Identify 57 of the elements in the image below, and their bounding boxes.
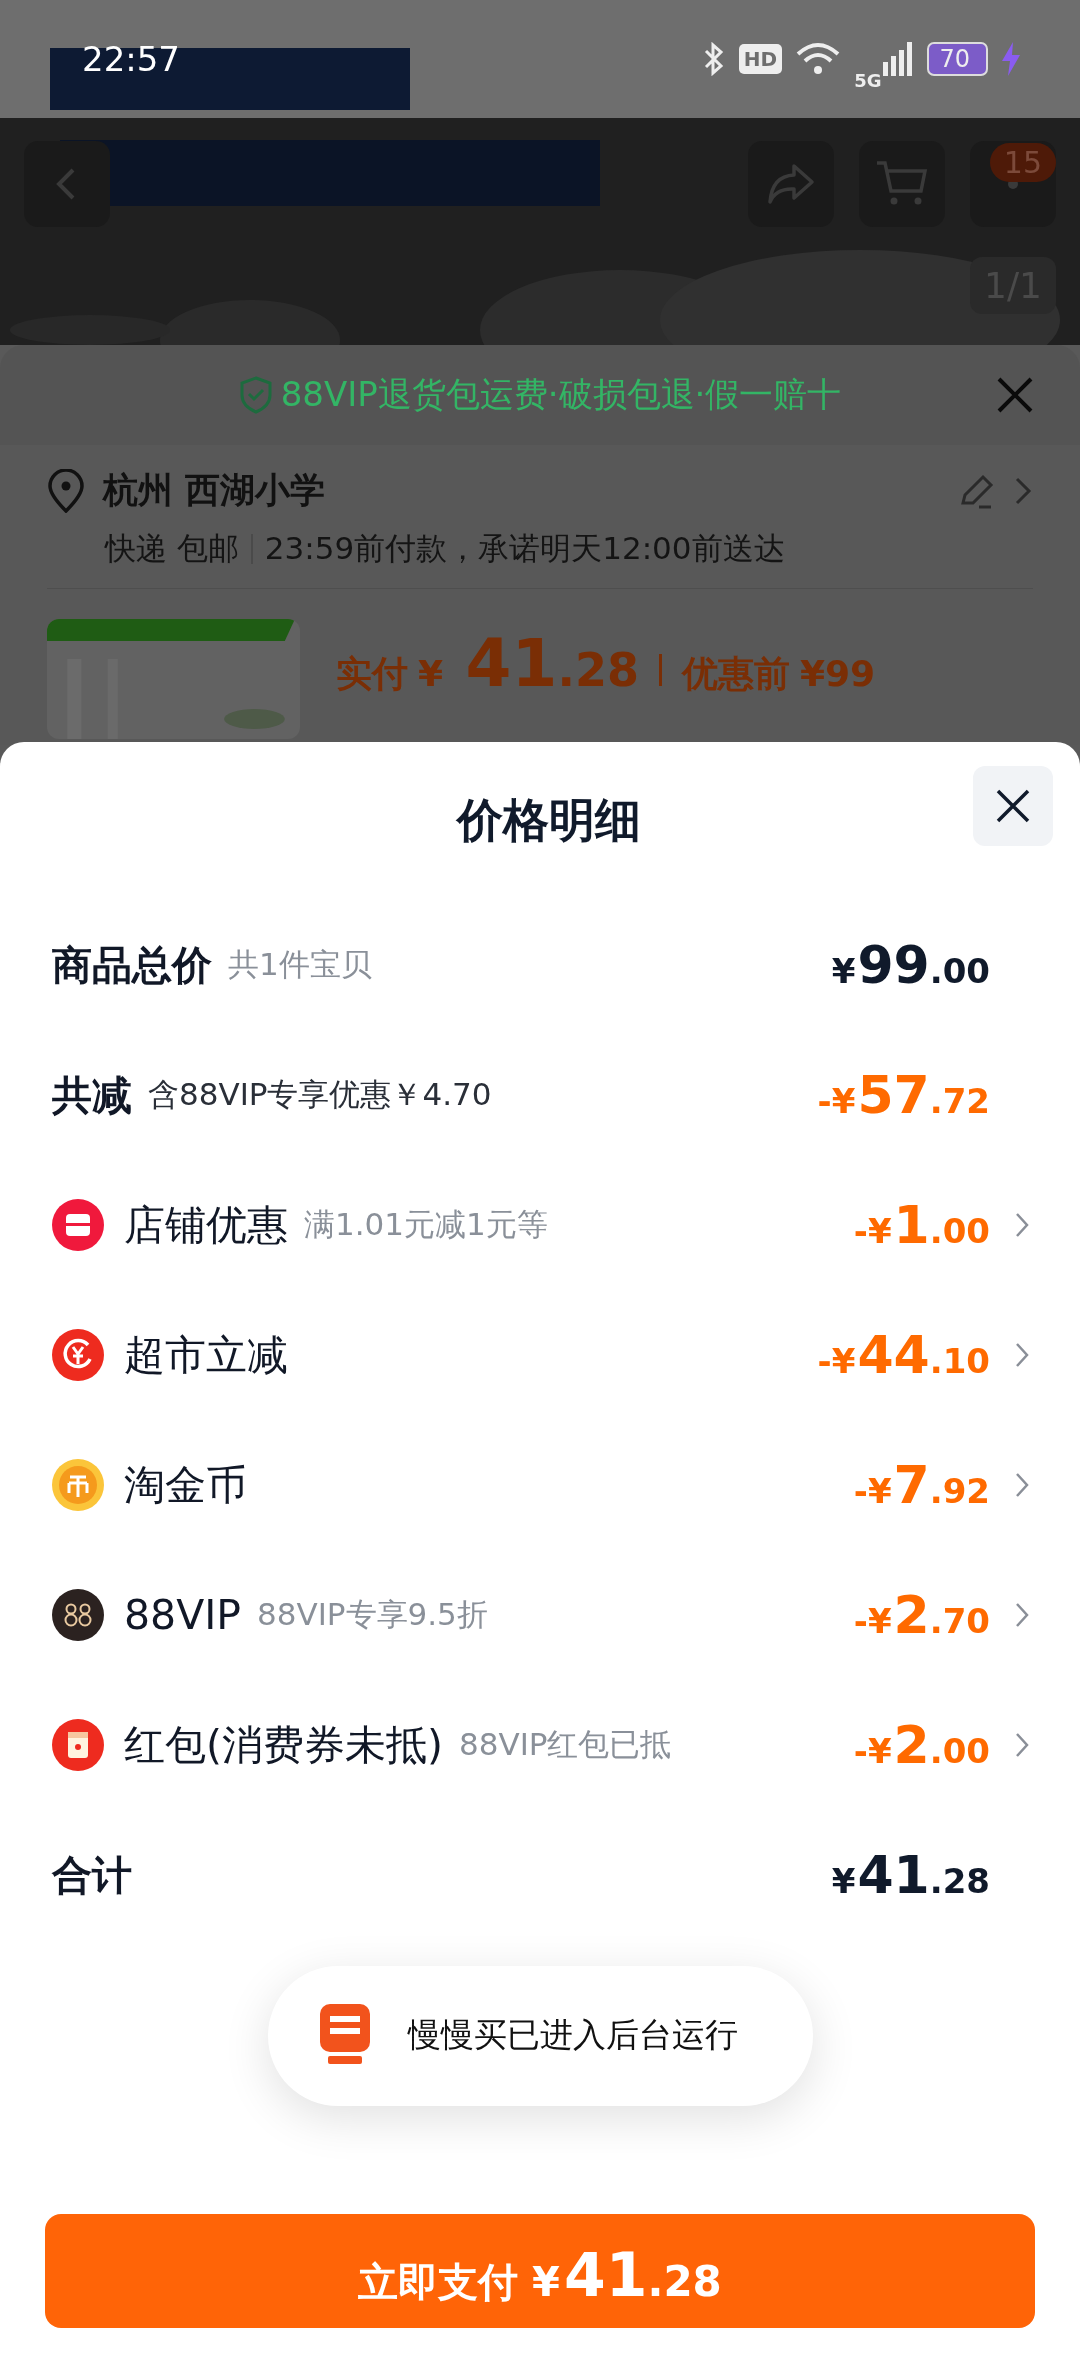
delivery-method: 快递 包邮 xyxy=(105,529,239,568)
row-label: 商品总价 xyxy=(52,940,212,990)
vip-icon xyxy=(52,1589,104,1641)
row-label: 合计 xyxy=(52,1850,132,1900)
chevron-icon[interactable] xyxy=(1014,1211,1030,1239)
row-note: 共1件宝贝 xyxy=(228,945,372,984)
row-amount: ¥99.00 xyxy=(831,935,990,995)
signal-icon xyxy=(883,42,914,76)
row-amount: ¥41.28 xyxy=(831,1845,990,1905)
guarantee-text: 88VIP退货包运费·破损包退·假一赔十 xyxy=(280,373,842,416)
address-text: 杭州 西湖小学 xyxy=(103,469,326,512)
row-label: 淘金币 xyxy=(124,1459,247,1511)
row-note: 满1.01元减1元等 xyxy=(304,1205,548,1244)
chevron-icon[interactable] xyxy=(1014,1601,1030,1629)
original-price-label: 优惠前 xyxy=(681,652,790,696)
pay-button[interactable]: 立即支付 ¥41.28 xyxy=(45,2214,1035,2328)
bluetooth-icon xyxy=(702,42,725,76)
close-icon[interactable] xyxy=(996,376,1034,414)
row-amount: -¥7.92 xyxy=(853,1455,990,1515)
close-icon xyxy=(995,788,1031,824)
row-note: 88VIP专享9.5折 xyxy=(257,1595,488,1634)
battery-indicator: 70 xyxy=(927,42,988,76)
row-label: 超市立减 xyxy=(124,1329,288,1381)
store-icon xyxy=(52,1199,104,1251)
share-icon xyxy=(766,162,816,206)
sheet-title: 价格明细 xyxy=(457,792,641,849)
original-price: ¥99 xyxy=(799,653,876,694)
row-label: 共减 xyxy=(52,1070,132,1120)
app-icon xyxy=(317,2004,372,2066)
row-note: 含88VIP专享优惠￥4.70 xyxy=(148,1075,492,1114)
row-amount: -¥1.00 xyxy=(853,1195,990,1255)
location-pin-icon xyxy=(47,468,85,513)
edit-icon[interactable] xyxy=(959,472,995,509)
chevron-icon[interactable] xyxy=(1014,1341,1030,1369)
shield-icon xyxy=(238,376,273,414)
row-label: 店铺优惠 xyxy=(124,1199,288,1251)
row-label: 红包(消费券未抵) xyxy=(124,1719,443,1771)
row-amount: -¥2.00 xyxy=(853,1715,990,1775)
row-label: 88VIP xyxy=(124,1591,242,1639)
paid-amount: ¥ 41.28 xyxy=(418,625,639,702)
toast-message: 慢慢买已进入后台运行 xyxy=(407,2013,738,2056)
wifi-icon xyxy=(796,42,841,76)
hd-badge: HD xyxy=(738,44,783,74)
coin-icon xyxy=(52,1459,104,1511)
network-label: 5G xyxy=(854,69,882,91)
status-time: 22:57 xyxy=(82,39,180,79)
envelope-icon xyxy=(52,1719,104,1771)
paid-label: 实付 xyxy=(336,652,408,696)
delivery-promise: 23:59前付款，承诺明天12:00前送达 xyxy=(264,529,785,568)
row-amount: -¥57.72 xyxy=(817,1065,990,1125)
row-amount: -¥44.10 xyxy=(817,1325,990,1385)
yen-discount-icon xyxy=(52,1329,104,1381)
row-note: 88VIP红包已抵 xyxy=(459,1725,672,1764)
chevron-icon[interactable] xyxy=(1014,1471,1030,1499)
chevron-icon[interactable] xyxy=(1014,1731,1030,1759)
close-button[interactable] xyxy=(973,766,1053,846)
row-amount: -¥2.70 xyxy=(853,1585,990,1645)
